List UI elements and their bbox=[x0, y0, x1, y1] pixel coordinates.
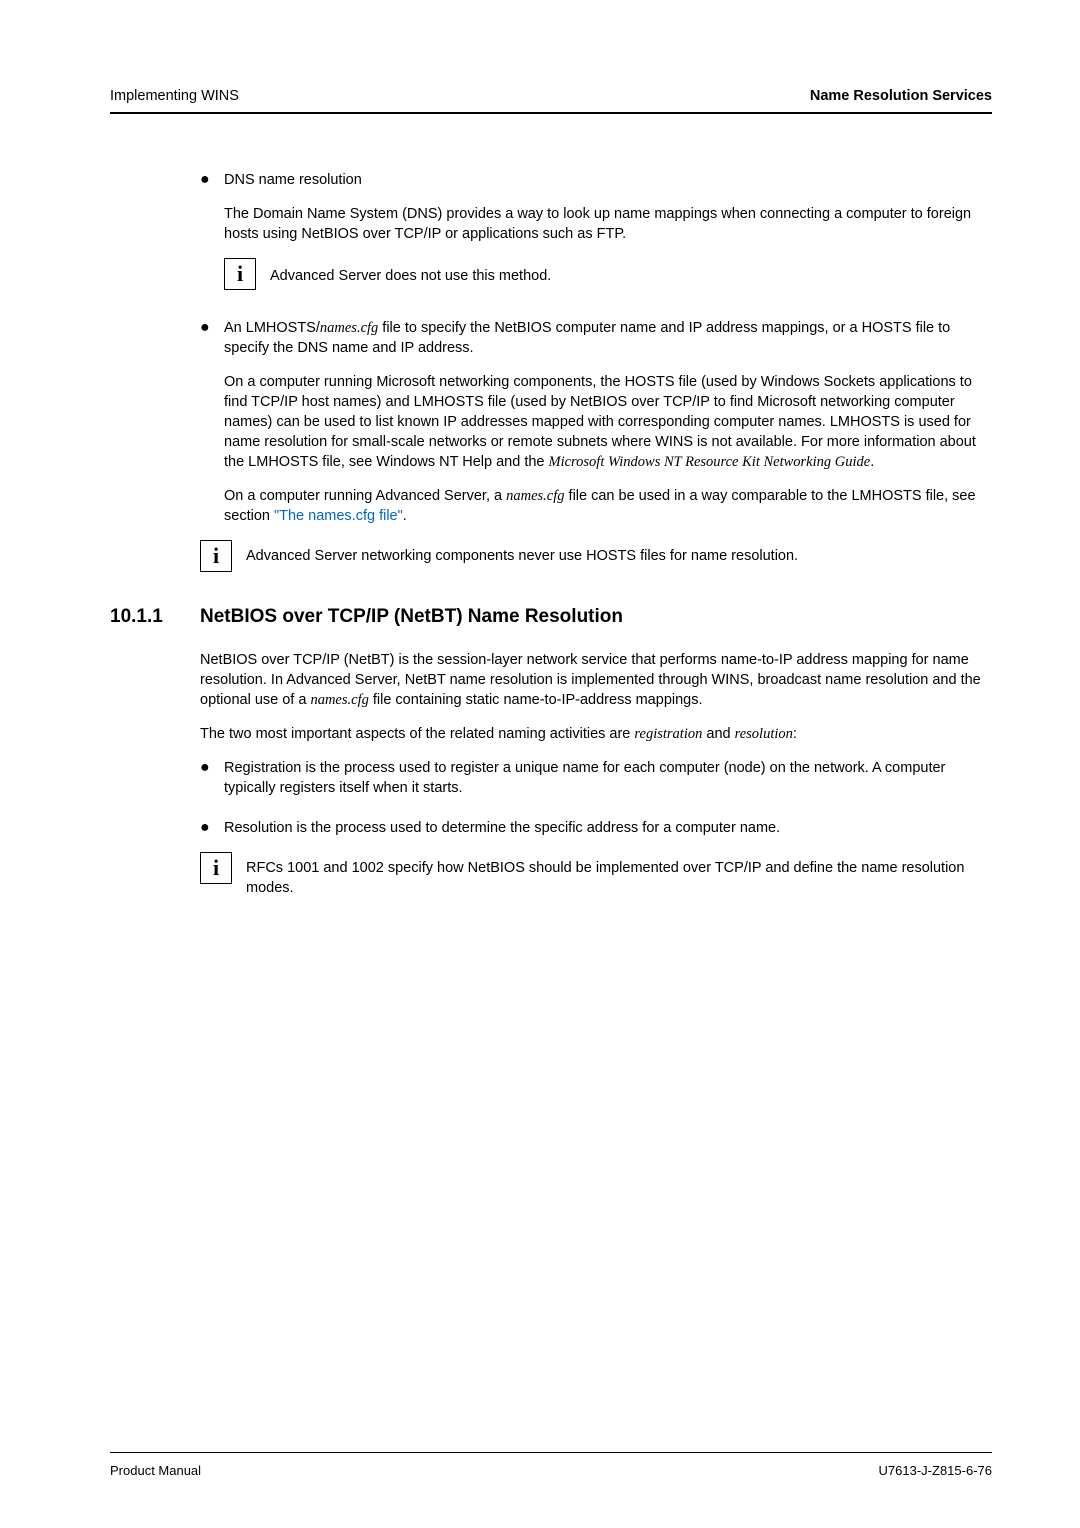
info-text-rfc: RFCs 1001 and 1002 specify how NetBIOS s… bbox=[246, 852, 992, 898]
section-title: NetBIOS over TCP/IP (NetBT) Name Resolut… bbox=[200, 606, 623, 628]
bullet-lmhosts-title: An LMHOSTS/names.cfg file to specify the… bbox=[224, 318, 992, 358]
bullet-marker: ● bbox=[200, 318, 224, 358]
lmhosts-para1: On a computer running Microsoft networki… bbox=[224, 372, 992, 472]
text-segment: file containing static name-to-IP-addres… bbox=[369, 692, 703, 708]
info-text-hosts: Advanced Server networking components ne… bbox=[246, 540, 798, 572]
bullet-dns-para: The Domain Name System (DNS) provides a … bbox=[224, 204, 992, 244]
text-segment: On a computer running Advanced Server, a bbox=[224, 488, 506, 504]
text-italic: names.cfg bbox=[320, 320, 378, 336]
link-namescfg[interactable]: "The names.cfg file" bbox=[274, 508, 403, 524]
text-segment: : bbox=[793, 726, 797, 742]
bullet-dns-title: DNS name resolution bbox=[224, 170, 992, 190]
text-segment: . bbox=[870, 454, 874, 470]
bullet-marker: ● bbox=[200, 818, 224, 838]
bullet-resolution: ● Resolution is the process used to dete… bbox=[200, 818, 992, 838]
text-italic: names.cfg bbox=[310, 692, 368, 708]
bullet-marker: ● bbox=[200, 758, 224, 798]
footer-left: Product Manual bbox=[110, 1463, 201, 1478]
page-header: Implementing WINS Name Resolution Servic… bbox=[110, 88, 992, 104]
text-segment: . bbox=[403, 508, 407, 524]
text-italic: names.cfg bbox=[506, 488, 564, 504]
text-segment: and bbox=[702, 726, 734, 742]
info-block-hosts: i Advanced Server networking components … bbox=[200, 540, 992, 572]
text-segment: The two most important aspects of the re… bbox=[200, 726, 634, 742]
footer-text-row: Product Manual U7613-J-Z815-6-76 bbox=[110, 1463, 992, 1478]
bullet-dns: ● DNS name resolution bbox=[200, 170, 992, 190]
bullet-resolution-text: Resolution is the process used to determ… bbox=[224, 818, 992, 838]
info-block-dns: i Advanced Server does not use this meth… bbox=[224, 258, 992, 290]
text-italic: registration bbox=[634, 726, 702, 742]
header-right: Name Resolution Services bbox=[810, 88, 992, 104]
bullet-lmhosts: ● An LMHOSTS/names.cfg file to specify t… bbox=[200, 318, 992, 358]
lmhosts-para2: On a computer running Advanced Server, a… bbox=[224, 486, 992, 526]
footer-right: U7613-J-Z815-6-76 bbox=[879, 1463, 992, 1478]
text-italic: resolution bbox=[735, 726, 793, 742]
section-number: 10.1.1 bbox=[110, 606, 200, 628]
section-body: NetBIOS over TCP/IP (NetBT) is the sessi… bbox=[110, 650, 992, 898]
bullet-marker: ● bbox=[200, 170, 224, 190]
text-italic: Microsoft Windows NT Resource Kit Networ… bbox=[549, 454, 871, 470]
section-p1: NetBIOS over TCP/IP (NetBT) is the sessi… bbox=[200, 650, 992, 710]
text-segment: An LMHOSTS/ bbox=[224, 320, 320, 336]
header-divider bbox=[110, 112, 992, 114]
bullet-registration-text: Registration is the process used to regi… bbox=[224, 758, 992, 798]
info-icon: i bbox=[224, 258, 256, 290]
info-text-dns: Advanced Server does not use this method… bbox=[270, 258, 551, 290]
page-body: ● DNS name resolution The Domain Name Sy… bbox=[110, 170, 992, 572]
info-block-rfc: i RFCs 1001 and 1002 specify how NetBIOS… bbox=[200, 852, 992, 898]
info-icon: i bbox=[200, 540, 232, 572]
section-p2: The two most important aspects of the re… bbox=[200, 724, 992, 744]
header-left: Implementing WINS bbox=[110, 88, 239, 104]
footer-divider bbox=[110, 1452, 992, 1453]
bullet-registration: ● Registration is the process used to re… bbox=[200, 758, 992, 798]
page-footer: Product Manual U7613-J-Z815-6-76 bbox=[110, 1452, 992, 1478]
info-icon: i bbox=[200, 852, 232, 884]
section-heading: 10.1.1 NetBIOS over TCP/IP (NetBT) Name … bbox=[110, 606, 992, 628]
